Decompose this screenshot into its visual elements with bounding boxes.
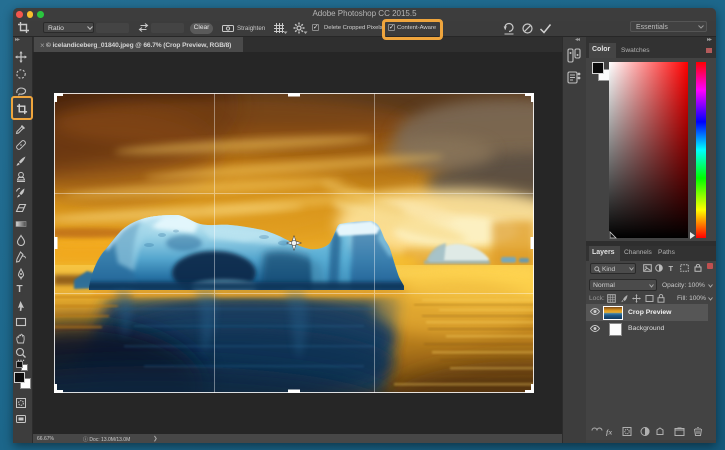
svg-text:fx: fx [606, 428, 612, 437]
